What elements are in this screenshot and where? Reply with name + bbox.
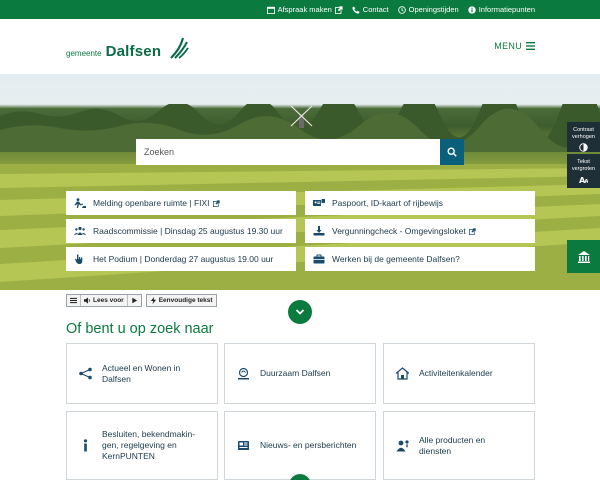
play-icon — [132, 297, 137, 304]
card-producten[interactable]: Alle producten en diensten — [383, 411, 535, 480]
quicklink-label: Raadscommissie | Dinsdag 25 augustus 19.… — [93, 226, 283, 236]
people-group-icon — [74, 226, 86, 235]
contrast-toggle[interactable]: Contrast verhogen — [567, 122, 600, 152]
info-icon — [83, 439, 88, 452]
newspaper-icon — [238, 441, 249, 450]
speaker-icon — [84, 297, 90, 304]
hand-icon — [75, 254, 83, 264]
search-button[interactable] — [440, 139, 464, 165]
listen-button[interactable]: Lees voor — [81, 295, 128, 306]
easy-text-button[interactable]: Eenvoudige tekst — [145, 294, 217, 307]
logo-dalfsen: Dalfsen — [105, 43, 162, 60]
card-activiteiten[interactable]: Activiteitenkalender — [383, 343, 535, 404]
quicklink-vergunningcheck[interactable]: Vergunningcheck - Omgevingsloket — [305, 219, 535, 243]
quicklink-label: Paspoort, ID-kaart of rijbewijs — [332, 198, 444, 208]
street-work-icon — [74, 198, 86, 208]
person-service-icon — [396, 440, 409, 452]
card-besluiten[interactable]: Besluiten, bekendmakin-gen, regelgeving … — [66, 411, 218, 480]
afspraak-link[interactable]: Afspraak maken — [266, 5, 343, 14]
section-title: Of bent u op zoek naar — [66, 321, 214, 337]
side-home-button[interactable] — [567, 240, 600, 273]
card-actueel[interactable]: Actueel en Wonen in Dalfsen — [66, 343, 218, 404]
permit-icon — [313, 226, 325, 236]
card-label: Besluiten, bekendmakin-gen, regelgeving … — [102, 429, 196, 461]
id-card-icon — [313, 199, 325, 206]
logo-wave-icon — [170, 37, 189, 59]
phone-icon — [352, 5, 360, 14]
scroll-down-button[interactable] — [288, 300, 312, 324]
play-button[interactable] — [128, 295, 141, 306]
card-label: Duurzaam Dalfsen — [260, 368, 331, 378]
info-icon — [468, 5, 476, 14]
card-label: Alle producten en diensten — [419, 434, 486, 456]
building-icon — [577, 250, 590, 263]
quicklink-label: Melding openbare ruimte | FIXI — [93, 198, 210, 208]
search-bar — [136, 139, 464, 165]
calendar-icon — [266, 6, 275, 14]
search-icon — [447, 147, 457, 157]
external-link-icon — [212, 199, 220, 207]
card-nieuws[interactable]: Nieuws- en persberichten — [224, 411, 376, 480]
external-link-icon — [468, 227, 476, 235]
quicklink-paspoort[interactable]: Paspoort, ID-kaart of rijbewijs — [305, 191, 535, 215]
contrast-icon — [579, 143, 588, 152]
house-icon — [396, 367, 409, 380]
card-label: Actueel en Wonen in Dalfsen — [102, 362, 181, 384]
quicklink-label: Werken bij de gemeente Dalfsen? — [332, 254, 460, 264]
chevron-down-icon — [295, 309, 305, 315]
sustainability-icon — [238, 367, 249, 380]
openingstijden-link[interactable]: Openingstijden — [397, 5, 459, 14]
text-size-toggle[interactable]: Tekst vergroten AA — [567, 154, 600, 188]
readspeaker-bar: Lees voor Eenvoudige tekst — [66, 294, 217, 307]
card-duurzaam[interactable]: Duurzaam Dalfsen — [224, 343, 376, 404]
text-size-label: Tekst vergroten — [571, 159, 596, 172]
hamburger-icon — [526, 42, 535, 50]
quicklink-label: Vergunningcheck - Omgevingsloket — [332, 226, 466, 236]
clock-icon — [397, 5, 406, 14]
card-label: Activiteitenkalender — [419, 368, 493, 378]
easy-text-seg: Eenvoudige tekst — [147, 295, 216, 306]
informatiepunten-link[interactable]: Informatiepunten — [468, 5, 535, 14]
listen-label: Lees voor — [93, 297, 124, 304]
site-logo[interactable]: gemeente Dalfsen — [66, 36, 189, 60]
svg-text:A: A — [584, 179, 588, 184]
informatiepunten-label: Informatiepunten — [478, 5, 535, 14]
network-icon — [79, 367, 92, 380]
card-label: Nieuws- en persberichten — [260, 440, 357, 450]
lightning-icon — [150, 297, 156, 304]
readspeaker-menu-button[interactable] — [67, 295, 81, 306]
contact-link[interactable]: Contact — [352, 5, 389, 14]
search-input[interactable] — [136, 139, 440, 165]
quicklink-raadscommissie[interactable]: Raadscommissie | Dinsdag 25 augustus 19.… — [66, 219, 296, 243]
afspraak-label: Afspraak maken — [277, 5, 332, 14]
menu-label: MENU — [494, 41, 522, 51]
contrast-label: Contrast verhogen — [572, 127, 595, 140]
utility-bar: Afspraak maken Contact Openingstijden In… — [0, 0, 600, 19]
site-header: gemeente Dalfsen MENU — [0, 19, 600, 74]
menu-button[interactable]: MENU — [494, 41, 535, 51]
font-size-icon: AA — [579, 175, 588, 184]
quicklink-label: Het Podium | Donderdag 27 augustus 19.00… — [93, 254, 274, 264]
briefcase-icon — [313, 254, 325, 264]
logo-gemeente: gemeente — [66, 49, 102, 58]
list-icon — [70, 297, 77, 304]
quicklink-melding[interactable]: Melding openbare ruimte | FIXI — [66, 191, 296, 215]
external-link-icon — [334, 5, 343, 14]
easy-text-label: Eenvoudige tekst — [158, 297, 213, 304]
quicklink-podium[interactable]: Het Podium | Donderdag 27 augustus 19.00… — [66, 247, 296, 271]
contact-label: Contact — [362, 5, 389, 14]
openingstijden-label: Openingstijden — [408, 5, 459, 14]
quicklink-werken[interactable]: Werken bij de gemeente Dalfsen? — [305, 247, 535, 271]
readspeaker-player: Lees voor — [66, 294, 142, 307]
